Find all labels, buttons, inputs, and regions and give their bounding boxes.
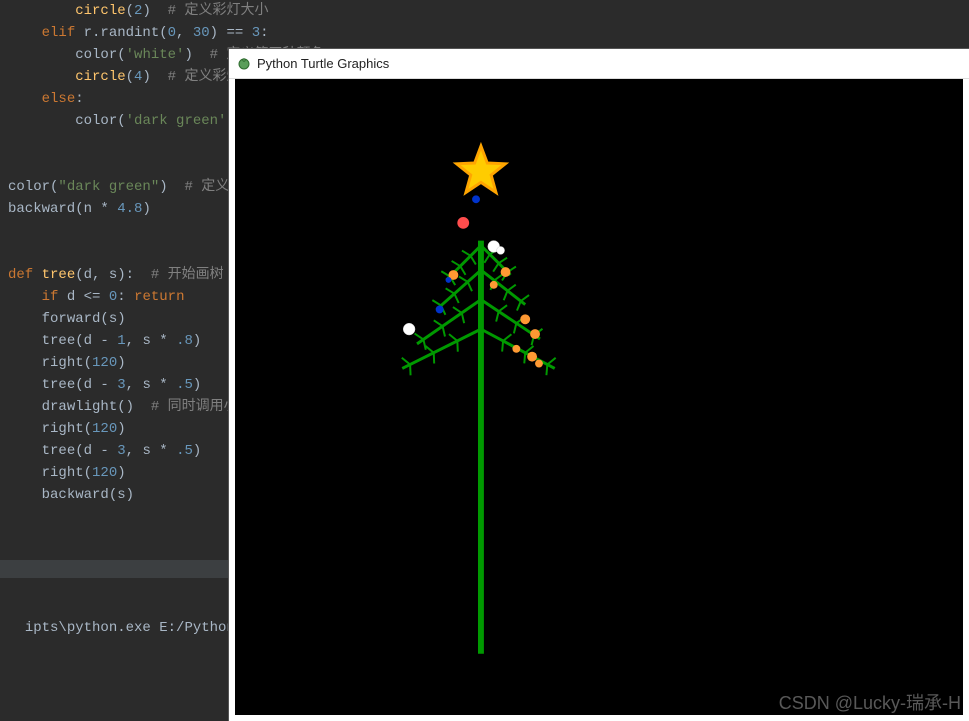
turtle-canvas [235, 79, 963, 715]
code-line[interactable]: circle(2) # 定义彩灯大小 [8, 0, 961, 22]
window-titlebar[interactable]: Python Turtle Graphics [229, 49, 969, 79]
window-title: Python Turtle Graphics [257, 56, 389, 71]
turtle-graphics-window[interactable]: Python Turtle Graphics [229, 49, 969, 721]
python-turtle-icon [237, 57, 251, 71]
christmas-tree-drawing [235, 79, 963, 715]
code-line[interactable]: elif r.randint(0, 30) == 3: [8, 22, 961, 44]
